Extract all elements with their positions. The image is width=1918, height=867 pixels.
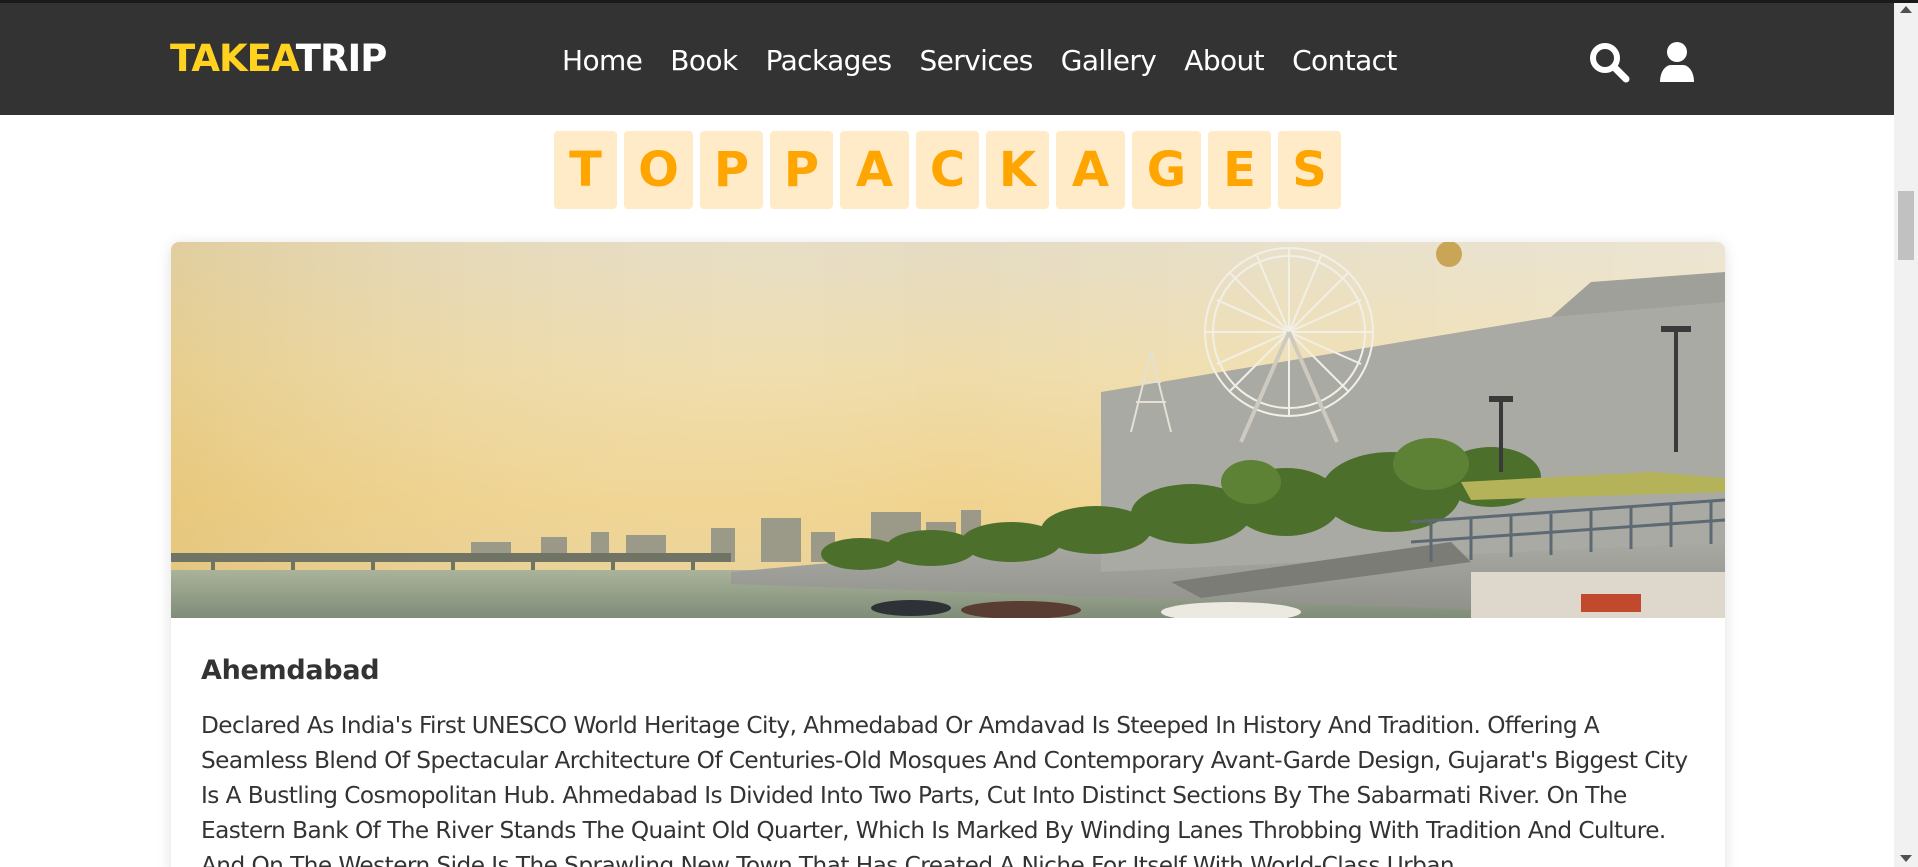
nav-link-home[interactable]: Home bbox=[562, 41, 643, 81]
heading-letter: P bbox=[770, 131, 833, 209]
nav-link-packages[interactable]: Packages bbox=[766, 41, 892, 81]
section-heading-top-packages: T O P P A C K A G E S bbox=[554, 131, 1341, 209]
package-card-body: Ahemdabad Declared As India's First UNES… bbox=[201, 654, 1701, 867]
package-card: Ahemdabad Declared As India's First UNES… bbox=[171, 242, 1725, 867]
user-icon[interactable] bbox=[1656, 41, 1698, 83]
brand-logo-part1: TAKEA bbox=[170, 37, 297, 80]
heading-letter: G bbox=[1132, 131, 1201, 209]
heading-letter: A bbox=[840, 131, 909, 209]
nav-link-gallery[interactable]: Gallery bbox=[1061, 41, 1157, 81]
brand-logo-part2: TRIP bbox=[295, 37, 388, 80]
nav-link-book[interactable]: Book bbox=[670, 41, 738, 81]
search-icon[interactable] bbox=[1588, 41, 1630, 83]
heading-letter: P bbox=[700, 131, 763, 209]
heading-letter: S bbox=[1278, 131, 1341, 209]
scroll-down-arrow-icon[interactable] bbox=[1900, 855, 1912, 862]
nav-link-services[interactable]: Services bbox=[919, 41, 1033, 81]
navbar: TAKEATRIP Home Book Packages Services Ga… bbox=[0, 3, 1894, 115]
brand-logo[interactable]: TAKEATRIP bbox=[170, 37, 388, 81]
heading-letter: O bbox=[624, 131, 693, 209]
nav-link-contact[interactable]: Contact bbox=[1292, 41, 1397, 81]
heading-letter: E bbox=[1208, 131, 1271, 209]
nav-link-about[interactable]: About bbox=[1184, 41, 1264, 81]
heading-letter: C bbox=[916, 131, 979, 209]
heading-letter: K bbox=[986, 131, 1049, 209]
nav-menu: Home Book Packages Services Gallery Abou… bbox=[562, 41, 1397, 81]
heading-letter: A bbox=[1056, 131, 1125, 209]
scroll-up-arrow-icon[interactable] bbox=[1900, 6, 1912, 13]
package-description: Declared As India's First UNESCO World H… bbox=[201, 712, 1688, 867]
page-scrollbar[interactable] bbox=[1894, 3, 1918, 867]
package-title: Ahemdabad bbox=[201, 655, 380, 686]
package-image bbox=[171, 242, 1725, 618]
heading-letter: T bbox=[554, 131, 617, 209]
scrollbar-thumb[interactable] bbox=[1898, 191, 1914, 260]
